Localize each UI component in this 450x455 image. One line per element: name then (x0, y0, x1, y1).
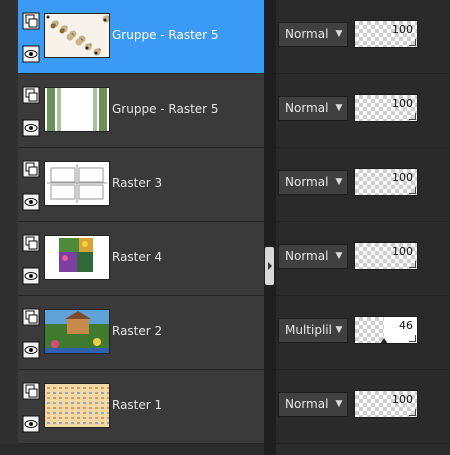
opacity-slider[interactable]: 100 (354, 242, 418, 270)
blend-mode-select[interactable]: Multiplikatic ▼ (278, 318, 348, 343)
opacity-value: 100 (392, 23, 413, 36)
opacity-value: 100 (392, 171, 413, 184)
layer-gutter (0, 222, 18, 296)
chevron-down-icon: ▼ (331, 245, 347, 268)
layer-gutter (0, 148, 18, 222)
resize-corner-icon (409, 335, 416, 342)
layers-icon[interactable] (22, 86, 40, 104)
layer-name[interactable]: Raster 2 (112, 324, 162, 338)
resize-corner-icon (409, 39, 416, 46)
chevron-down-icon: ▼ (331, 23, 347, 46)
layers-panel: Gruppe - Raster 5 Normal ▼ 100 Gruppe - … (0, 0, 450, 455)
layer-thumbnail (44, 87, 110, 132)
eye-icon[interactable] (22, 193, 40, 211)
resize-corner-icon (409, 113, 416, 120)
layer-row[interactable]: Raster 4 Normal ▼ 100 (0, 222, 450, 296)
opacity-slider[interactable]: 100 (354, 94, 418, 122)
layer-thumbnail (44, 235, 110, 280)
layer-name[interactable]: Gruppe - Raster 5 (112, 28, 219, 42)
layer-thumbnail (44, 383, 110, 428)
blend-mode-label: Normal (285, 397, 329, 411)
panel-splitter[interactable] (264, 0, 276, 455)
layer-thumbnail (44, 161, 110, 206)
layer-name[interactable]: Raster 1 (112, 398, 162, 412)
layers-icon[interactable] (22, 382, 40, 400)
chevron-down-icon: ▼ (331, 393, 347, 416)
opacity-value: 100 (392, 97, 413, 110)
chevron-down-icon: ▼ (331, 171, 347, 194)
opacity-marker-icon[interactable] (379, 338, 388, 343)
resize-corner-icon (409, 409, 416, 416)
layer-name[interactable]: Gruppe - Raster 5 (112, 102, 219, 116)
blend-mode-select[interactable]: Normal ▼ (278, 170, 348, 195)
layer-gutter (0, 74, 18, 148)
opacity-slider[interactable]: 100 (354, 390, 418, 418)
eye-icon[interactable] (22, 45, 40, 63)
opacity-slider[interactable]: 100 (354, 168, 418, 196)
blend-mode-label: Normal (285, 249, 329, 263)
layer-row[interactable]: Gruppe - Raster 5 Normal ▼ 100 (0, 0, 450, 74)
layer-gutter (0, 370, 18, 444)
layers-icon[interactable] (22, 308, 40, 326)
chevron-down-icon: ▼ (331, 97, 347, 120)
resize-corner-icon (409, 187, 416, 194)
blend-mode-label: Normal (285, 175, 329, 189)
opacity-value: 46 (399, 319, 413, 332)
layer-gutter (0, 296, 18, 370)
eye-icon[interactable] (22, 415, 40, 433)
layer-row[interactable]: Raster 2 Multiplikatic ▼ 46 (0, 296, 450, 370)
opacity-value: 100 (392, 393, 413, 406)
layer-thumbnail (44, 309, 110, 354)
layer-name[interactable]: Raster 3 (112, 176, 162, 190)
blend-mode-select[interactable]: Normal ▼ (278, 244, 348, 269)
layers-icon[interactable] (22, 234, 40, 252)
eye-icon[interactable] (22, 341, 40, 359)
blend-mode-select[interactable]: Normal ▼ (278, 392, 348, 417)
eye-icon[interactable] (22, 267, 40, 285)
eye-icon[interactable] (22, 119, 40, 137)
opacity-slider[interactable]: 100 (354, 20, 418, 48)
layer-row[interactable]: Raster 3 Normal ▼ 100 (0, 148, 450, 222)
opacity-slider[interactable]: 46 (354, 316, 418, 344)
opacity-value: 100 (392, 245, 413, 258)
blend-mode-label: Normal (285, 27, 329, 41)
layer-row[interactable]: Gruppe - Raster 5 Normal ▼ 100 (0, 74, 450, 148)
blend-mode-select[interactable]: Normal ▼ (278, 22, 348, 47)
chevron-down-icon: ▼ (331, 319, 347, 342)
layer-name[interactable]: Raster 4 (112, 250, 162, 264)
blend-mode-select[interactable]: Normal ▼ (278, 96, 348, 121)
layers-icon[interactable] (22, 160, 40, 178)
layer-row[interactable]: Raster 1 Normal ▼ 100 (0, 370, 450, 444)
layers-icon[interactable] (22, 12, 40, 30)
resize-corner-icon (409, 261, 416, 268)
layer-thumbnail (44, 13, 110, 58)
collapse-handle-icon[interactable] (265, 247, 274, 285)
layer-gutter (0, 0, 18, 74)
blend-mode-label: Normal (285, 101, 329, 115)
